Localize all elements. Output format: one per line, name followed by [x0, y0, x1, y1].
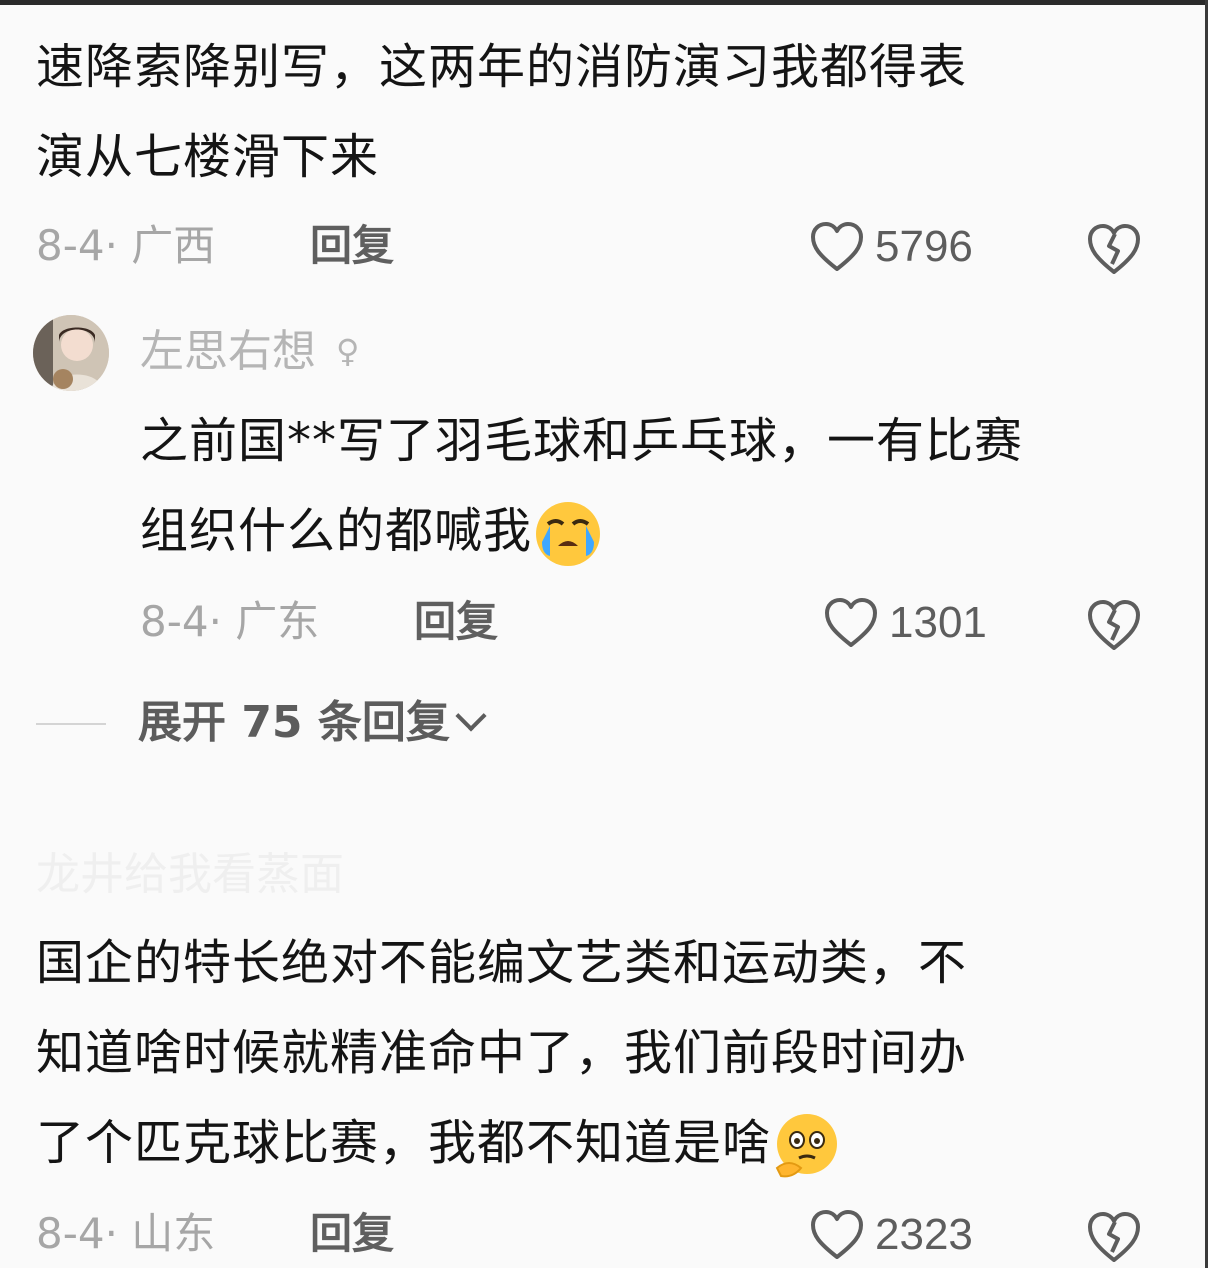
comment-date-location: 8-4· 广东 — [140, 597, 320, 646]
dislike-button[interactable] — [1085, 1210, 1143, 1264]
username[interactable]: 左思右想 — [140, 320, 316, 384]
comment-2-line-1: 之前国**写了羽毛球和乒乓球，一有比赛 — [140, 413, 1024, 469]
reply-button[interactable]: 回复 — [414, 592, 498, 652]
chevron-down-icon — [455, 700, 487, 732]
comment-1-line-1: 速降索降别写，这两年的消防演习我都得表 — [36, 39, 968, 95]
reply-button[interactable]: 回复 — [310, 1204, 394, 1264]
like-count: 1301 — [889, 598, 987, 647]
broken-heart-icon — [1088, 600, 1140, 650]
thinking-face-icon — [775, 1114, 838, 1178]
comment-1-meta: 8-4· 广西 回复 5796 — [36, 216, 1186, 276]
reply-button[interactable]: 回复 — [310, 216, 394, 276]
comment-3-line-2: 知道啥时候就精准命中了，我们前段时间办 — [36, 1025, 968, 1081]
heart-icon — [825, 598, 877, 647]
comment-date-location: 8-4· 广西 — [36, 221, 216, 270]
top-edge — [0, 0, 1208, 5]
comment-1-line-2: 演从七楼滑下来 — [36, 129, 380, 185]
comment-3-line-3: 了个匹克球比赛，我都不知道是啥 — [36, 1098, 843, 1188]
username[interactable]: 龙井给我看蒸面 — [36, 845, 344, 905]
comment-date-location: 8-4· 山东 — [36, 1209, 216, 1258]
dislike-button[interactable] — [1085, 222, 1143, 276]
expand-divider — [36, 723, 106, 725]
like-count: 5796 — [875, 222, 973, 271]
like-button[interactable]: 5796 — [809, 222, 973, 272]
broken-heart-icon — [1088, 224, 1140, 274]
like-button[interactable]: 1301 — [823, 598, 987, 648]
comment-2-line-2: 组织什么的都喊我 — [140, 486, 604, 576]
like-count: 2323 — [875, 1210, 973, 1259]
dislike-button[interactable] — [1085, 598, 1143, 652]
female-icon: ♀ — [336, 332, 360, 370]
heart-icon — [811, 1210, 863, 1259]
crying-face-icon — [536, 502, 601, 566]
heart-icon — [811, 222, 863, 271]
avatar[interactable] — [33, 315, 109, 391]
comment-3-line-1: 国企的特长绝对不能编文艺类和运动类，不 — [36, 935, 968, 991]
expand-replies-button[interactable]: 展开 75 条回复 — [138, 692, 487, 754]
broken-heart-icon — [1088, 1212, 1140, 1262]
comment-3-meta: 8-4· 山东 回复 2323 — [36, 1204, 1186, 1264]
like-button[interactable]: 2323 — [809, 1210, 973, 1260]
comment-2-meta: 8-4· 广东 回复 1301 — [140, 592, 1208, 652]
